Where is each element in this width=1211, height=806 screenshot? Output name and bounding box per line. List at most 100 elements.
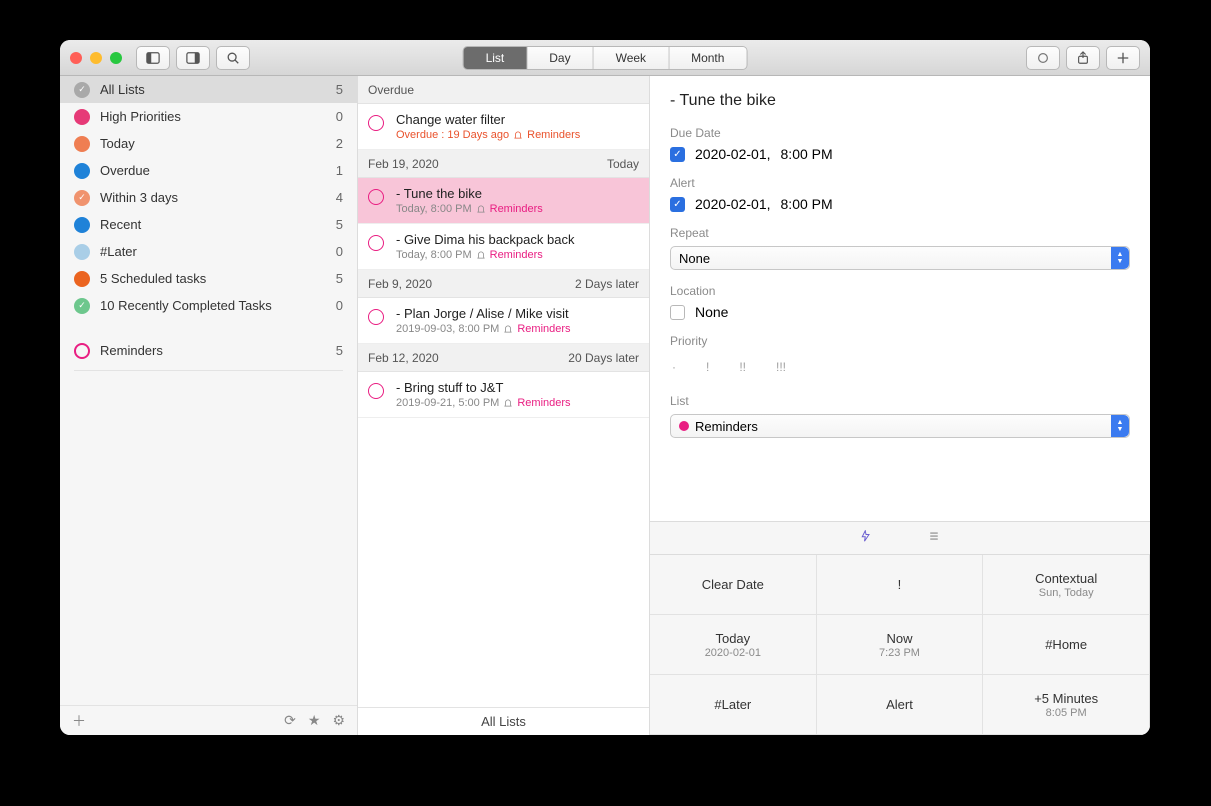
section-header: Feb 12, 2020 20 Days later — [358, 344, 649, 372]
alert-row[interactable]: ✓ 2020-02-01, 8:00 PM — [670, 196, 1130, 212]
location-row[interactable]: None — [670, 304, 1130, 320]
sidebar-item-icon: ✓ — [74, 190, 90, 206]
list-color-dot-icon — [679, 421, 689, 431]
refresh-icon[interactable]: ⟳ — [284, 712, 296, 729]
task-row[interactable]: - Tune the bikeToday, 8:00 PM Reminders — [358, 178, 649, 224]
list-select[interactable]: Reminders ▲▼ — [670, 414, 1130, 438]
sidebar-item[interactable]: 5 Scheduled tasks5 — [60, 265, 357, 292]
sync-button[interactable] — [1026, 46, 1060, 70]
task-row[interactable]: - Give Dima his backpack backToday, 8:00… — [358, 224, 649, 270]
priority-none[interactable]: · — [672, 360, 676, 374]
zoom-window-button[interactable] — [110, 52, 122, 64]
quick-action-primary: Alert — [886, 697, 913, 712]
sidebar-item[interactable]: High Priorities0 — [60, 103, 357, 130]
sidebar-item[interactable]: ✓Within 3 days4 — [60, 184, 357, 211]
quick-action-primary: #Home — [1045, 637, 1087, 652]
sidebar-item-count: 5 — [336, 82, 343, 97]
close-window-button[interactable] — [70, 52, 82, 64]
search-button[interactable] — [216, 46, 250, 70]
task-subtitle: Overdue : 19 Days ago Reminders — [396, 129, 639, 141]
section-title: Feb 12, 2020 — [368, 351, 439, 365]
priority-med[interactable]: !! — [739, 360, 746, 374]
task-row[interactable]: - Bring stuff to J&T2019-09-21, 5:00 PM … — [358, 372, 649, 418]
list-view-tab[interactable] — [928, 529, 940, 547]
task-complete-radio[interactable] — [368, 383, 384, 399]
priority-low[interactable]: ! — [706, 360, 709, 374]
task-title: Change water filter — [396, 112, 639, 127]
task-complete-radio[interactable] — [368, 235, 384, 251]
section-title: Feb 9, 2020 — [368, 277, 432, 291]
segment-month[interactable]: Month — [669, 47, 746, 69]
sidebar-item-count: 5 — [336, 343, 343, 358]
quick-action-cell[interactable]: Now7:23 PM — [817, 615, 984, 675]
section-right-label: 20 Days later — [568, 351, 639, 365]
due-date-date[interactable]: 2020-02-01, — [695, 146, 771, 162]
settings-gear-icon[interactable]: ⚙ — [332, 712, 345, 729]
label-location: Location — [670, 284, 1130, 298]
task-complete-radio[interactable] — [368, 115, 384, 131]
alert-date[interactable]: 2020-02-01, — [695, 196, 771, 212]
quick-action-cell[interactable]: Clear Date — [650, 555, 817, 615]
task-body: Change water filter Overdue : 19 Days ago… — [396, 112, 639, 141]
body: ✓All Lists5High Priorities0Today2Overdue… — [60, 76, 1150, 735]
list-name: Reminders — [695, 419, 758, 434]
due-date-row[interactable]: ✓ 2020-02-01, 8:00 PM — [670, 146, 1130, 162]
alert-checkbox[interactable]: ✓ — [670, 197, 685, 212]
quick-action-cell[interactable]: #Home — [983, 615, 1150, 675]
quick-action-cell[interactable]: ContextualSun, Today — [983, 555, 1150, 615]
section-right-label: 2 Days later — [575, 277, 639, 291]
task-complete-radio[interactable] — [368, 309, 384, 325]
detail-title[interactable]: - Tune the bike — [670, 92, 1130, 110]
minimize-window-button[interactable] — [90, 52, 102, 64]
sidebar-item[interactable]: Today2 — [60, 130, 357, 157]
detail-tabs — [650, 521, 1150, 555]
sidebar-item-count: 4 — [336, 190, 343, 205]
location-checkbox[interactable] — [670, 305, 685, 320]
task-body: - Tune the bikeToday, 8:00 PM Reminders — [396, 186, 639, 215]
quick-actions-tab[interactable] — [860, 529, 872, 547]
sidebar-item[interactable]: Recent5 — [60, 211, 357, 238]
sidebar-list: ✓All Lists5High Priorities0Today2Overdue… — [60, 76, 357, 705]
quick-action-cell[interactable]: Alert — [817, 675, 984, 735]
app-window: List Day Week Month ✓All Lists5High Prio… — [60, 40, 1150, 735]
quick-action-cell[interactable]: Today2020-02-01 — [650, 615, 817, 675]
sidebar-item[interactable]: Overdue1 — [60, 157, 357, 184]
sidebar-item-label: 5 Scheduled tasks — [100, 271, 336, 286]
quick-actions-grid: Clear Date!ContextualSun, Today Today2020… — [650, 555, 1150, 735]
toolbar-left — [136, 46, 250, 70]
due-date-checkbox[interactable]: ✓ — [670, 147, 685, 162]
repeat-value: None — [679, 251, 710, 266]
sidebar-item-label: 10 Recently Completed Tasks — [100, 298, 336, 313]
toggle-sidebar-right-button[interactable] — [176, 46, 210, 70]
label-priority: Priority — [670, 334, 1130, 348]
repeat-select[interactable]: None ▲▼ — [670, 246, 1130, 270]
due-date-time[interactable]: 8:00 PM — [781, 146, 833, 162]
section-title: Feb 19, 2020 — [368, 157, 439, 171]
favorite-icon[interactable]: ★ — [308, 712, 321, 729]
add-list-button[interactable]: ＋ — [72, 711, 86, 731]
quick-action-secondary: Sun, Today — [1039, 587, 1094, 599]
share-button[interactable] — [1066, 46, 1100, 70]
alert-time[interactable]: 8:00 PM — [781, 196, 833, 212]
sidebar-item[interactable]: #Later0 — [60, 238, 357, 265]
sidebar-item[interactable]: ✓10 Recently Completed Tasks0 — [60, 292, 357, 319]
task-complete-radio[interactable] — [368, 189, 384, 205]
task-list-footer[interactable]: All Lists — [358, 707, 649, 735]
list-select-value: Reminders — [679, 419, 758, 434]
segment-day[interactable]: Day — [527, 47, 593, 69]
segment-week[interactable]: Week — [594, 47, 669, 69]
task-subtitle: 2019-09-03, 8:00 PM Reminders — [396, 323, 639, 335]
task-subtitle: Today, 8:00 PM Reminders — [396, 249, 639, 261]
priority-high[interactable]: !!! — [776, 360, 786, 374]
toggle-sidebar-left-button[interactable] — [136, 46, 170, 70]
segment-list[interactable]: List — [464, 47, 528, 69]
task-row[interactable]: Change water filter Overdue : 19 Days ago… — [358, 104, 649, 150]
sidebar-item[interactable]: ✓All Lists5 — [60, 76, 357, 103]
task-row[interactable]: - Plan Jorge / Alise / Mike visit2019-09… — [358, 298, 649, 344]
sidebar-item[interactable]: Reminders5 — [60, 337, 357, 364]
label-alert: Alert — [670, 176, 1130, 190]
quick-action-cell[interactable]: ! — [817, 555, 984, 615]
quick-action-cell[interactable]: #Later — [650, 675, 817, 735]
add-button[interactable] — [1106, 46, 1140, 70]
quick-action-cell[interactable]: +5 Minutes8:05 PM — [983, 675, 1150, 735]
